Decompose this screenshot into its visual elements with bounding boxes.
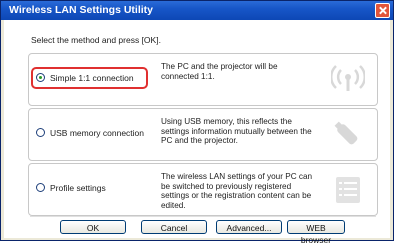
web-browser-button[interactable]: WEB browser: [287, 220, 345, 245]
radio-simple-connection[interactable]: [36, 73, 45, 82]
profile-list-icon: [336, 177, 360, 203]
option-description: Using USB memory, this reflects the sett…: [161, 117, 312, 145]
radio-profile-settings[interactable]: [36, 183, 45, 192]
wireless-signal-icon: [331, 65, 365, 91]
title-bar[interactable]: Wireless LAN Settings Utility: [1, 1, 393, 20]
cancel-button[interactable]: Cancel: [141, 220, 207, 234]
option-profile-settings[interactable]: Profile settings The wireless LAN settin…: [28, 163, 378, 216]
dialog-window: Wireless LAN Settings Utility Select the…: [0, 0, 394, 245]
close-button[interactable]: [375, 3, 390, 18]
option-usb-memory-connection[interactable]: USB memory connection Using USB memory, …: [28, 108, 378, 161]
option-description: The PC and the projector will be connect…: [161, 62, 278, 81]
radio-usb-memory-connection[interactable]: [36, 128, 45, 137]
dialog-content: Select the method and press [OK]. Simple…: [4, 20, 390, 245]
option-simple-connection[interactable]: Simple 1:1 connection The PC and the pro…: [28, 53, 378, 106]
button-bar: OK Cancel Advanced... WEB browser: [4, 220, 390, 245]
option-label[interactable]: USB memory connection: [50, 128, 144, 138]
option-label[interactable]: Simple 1:1 connection: [50, 73, 134, 83]
separator: [30, 216, 376, 217]
option-description: The wireless LAN settings of your PC can…: [161, 172, 313, 210]
advanced-button[interactable]: Advanced...: [216, 220, 282, 234]
ok-button[interactable]: OK: [60, 220, 126, 234]
instruction-text: Select the method and press [OK].: [31, 35, 161, 45]
option-label[interactable]: Profile settings: [50, 183, 106, 193]
window-title: Wireless LAN Settings Utility: [9, 4, 154, 16]
usb-memory-icon: [334, 121, 358, 145]
